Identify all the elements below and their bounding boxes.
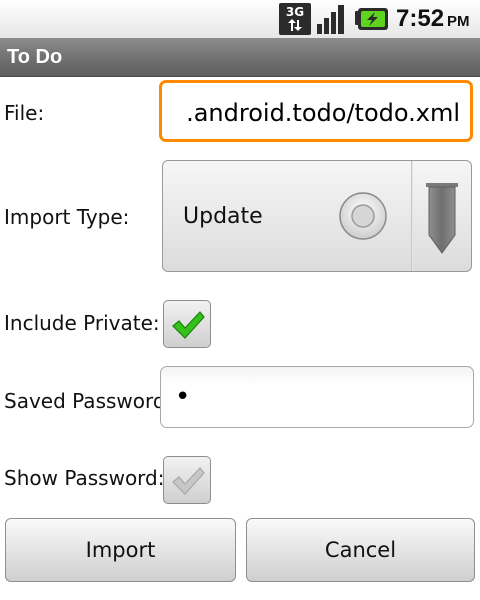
import-type-value: Update	[183, 204, 263, 229]
app-title: To Do	[7, 46, 63, 68]
import-type-label: Import Type:	[4, 205, 130, 229]
show-password-checkbox[interactable]	[163, 456, 211, 504]
import-type-spinner[interactable]: Update	[162, 160, 472, 272]
spinner-divider	[411, 161, 413, 271]
dropdown-arrow-icon	[426, 183, 458, 254]
saved-password-value: •	[175, 382, 191, 412]
include-private-label: Include Private:	[4, 311, 160, 335]
show-password-label: Show Password:	[4, 466, 165, 490]
3g-data-icon: 3G	[279, 3, 311, 35]
file-path-value: .android.todo/todo.xml	[186, 99, 460, 127]
status-time: 7:52 PM	[396, 5, 470, 32]
title-bar: To Do	[0, 38, 480, 77]
battery-charging-icon	[355, 8, 388, 30]
checkmark-icon	[172, 311, 205, 339]
file-label: File:	[4, 101, 45, 125]
import-button[interactable]: Import	[5, 518, 236, 582]
file-path-input[interactable]: .android.todo/todo.xml	[159, 80, 473, 142]
svg-text:3G: 3G	[286, 5, 304, 19]
include-private-checkbox[interactable]	[163, 300, 211, 348]
status-ampm: PM	[447, 13, 470, 30]
saved-password-input[interactable]: •	[160, 366, 474, 428]
checkmark-icon	[172, 467, 205, 495]
status-bar: 3G 7:52 PM	[0, 0, 480, 39]
signal-strength-icon	[317, 5, 344, 34]
radio-button-icon	[339, 192, 387, 240]
cancel-button[interactable]: Cancel	[246, 518, 475, 582]
saved-password-label: Saved Password:	[4, 389, 173, 413]
